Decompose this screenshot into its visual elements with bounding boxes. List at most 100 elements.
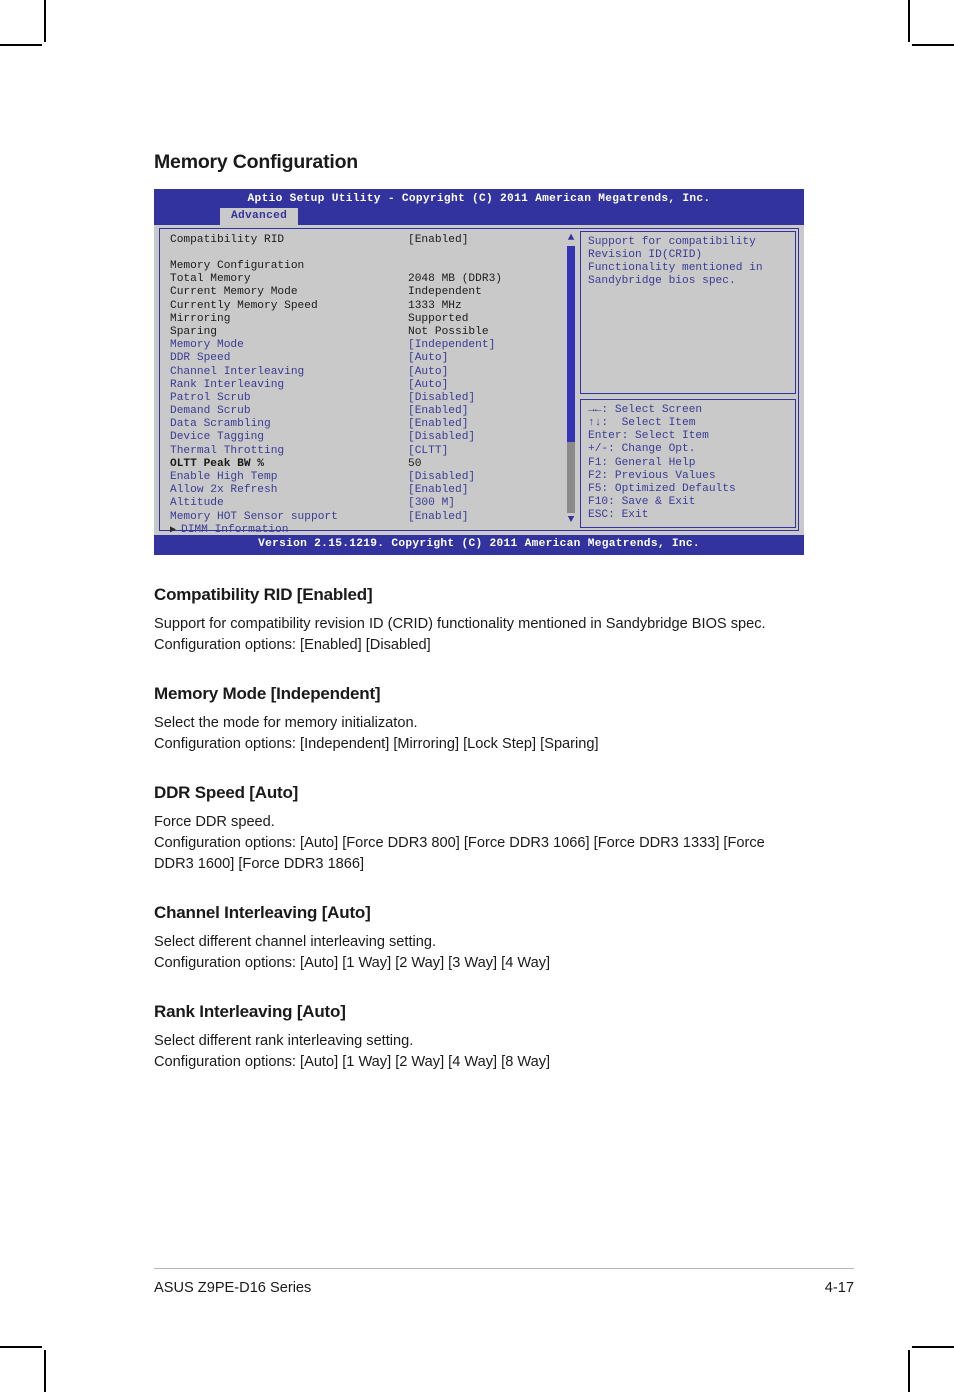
bios-setting-row[interactable]: Memory Mode [Independent] <box>170 339 560 352</box>
doc-section-body: Select different channel interleaving se… <box>154 932 804 974</box>
doc-section-body: Support for compatibility revision ID (C… <box>154 614 804 656</box>
key-legend-entry: +/-: Change Opt. <box>588 443 696 456</box>
bios-setting-row[interactable]: Device Tagging [Disabled] <box>170 431 560 444</box>
bios-setting-value: [Enabled] <box>408 405 469 418</box>
bios-setting-label: Altitude <box>170 497 224 510</box>
doc-line: Select different rank interleaving setti… <box>154 1032 414 1049</box>
bios-setting-row: Total Memory 2048 MB (DDR3) <box>170 273 560 286</box>
key-legend-entry: F1: General Help <box>588 456 696 469</box>
doc-section-body: Select different rank interleaving setti… <box>154 1031 804 1073</box>
bios-body-frame: Compatibility RID [Enabled] Memory Configu… <box>159 227 799 536</box>
crop-mark-bottom-left-vertical <box>44 1350 46 1392</box>
bios-setting-value: Supported <box>408 312 469 325</box>
doc-section-body: Force DDR speed. Configuration options: [… <box>154 812 804 875</box>
bios-version-footer: Version 2.15.1219. Copyright (C) 2011 Am… <box>154 534 804 555</box>
crop-mark-bottom-left-horizontal <box>0 1346 42 1348</box>
bios-key-legend: →←: Select Screen ↑↓: Select Item Enter: S… <box>580 398 796 528</box>
bios-setting-value: 2048 MB (DDR3) <box>408 273 502 286</box>
bios-setting-value: [Enabled] <box>408 418 469 431</box>
key-legend-entry: →←: Select Screen <box>588 403 703 416</box>
bios-setting-value: 1333 MHz <box>408 299 462 312</box>
page-title: Memory Configuration <box>154 151 358 173</box>
documentation-body: Compatibility RID [Enabled] Support for c… <box>154 585 854 1073</box>
bios-setting-row[interactable]: Altitude [300 M] <box>170 497 560 510</box>
footer-page-number: 4-17 <box>824 1280 854 1296</box>
bios-help-column: Support for compatibility Revision ID(CR… <box>580 230 796 528</box>
doc-section-body: Select the mode for memory initializaton… <box>154 713 804 755</box>
key-legend-entry: ↑↓: Select Item <box>588 417 696 430</box>
tab-advanced[interactable]: Advanced <box>220 207 299 225</box>
bios-setting-row[interactable]: Patrol Scrub [Disabled] <box>170 392 560 405</box>
bios-setting-label: Compatibility RID <box>170 233 285 246</box>
doc-line: Configuration options: [Auto] [Force DDR… <box>154 834 765 872</box>
scroll-up-arrow-icon[interactable]: ▲ <box>565 232 577 244</box>
bios-setting-label: Memory Mode <box>170 339 244 352</box>
bios-scrollbar[interactable]: ▲ ▼ <box>564 232 577 526</box>
bios-setting-row: Memory Configuration <box>170 260 560 273</box>
bios-setting-value: [300 M] <box>408 497 455 510</box>
doc-line: Select different channel interleaving se… <box>154 933 437 950</box>
bios-setting-row: Currently Memory Speed 1333 MHz <box>170 300 560 313</box>
bios-setting-row[interactable]: Demand Scrub [Enabled] <box>170 405 560 418</box>
bios-setting-label: Demand Scrub <box>170 405 251 418</box>
footer-divider <box>154 1268 854 1269</box>
bios-setting-value: [Auto] <box>408 378 449 391</box>
crop-mark-top-right-horizontal <box>912 44 954 46</box>
bios-setting-label: Patrol Scrub <box>170 391 251 404</box>
crop-mark-top-left-horizontal <box>0 44 42 46</box>
bios-setting-row[interactable]: Rank Interleaving [Auto] <box>170 379 560 392</box>
bios-setting-label: DDR Speed <box>170 352 231 365</box>
bios-setting-label: Thermal Throtting <box>170 444 285 457</box>
doc-section-heading: DDR Speed [Auto] <box>154 782 299 802</box>
bios-setting-row[interactable]: ▶ DIMM Information <box>170 524 560 537</box>
bios-setting-value: Not Possible <box>408 325 489 338</box>
doc-line: Configuration options: [Independent] [Mi… <box>154 735 599 752</box>
bios-setting-row[interactable]: Channel Interleaving [Auto] <box>170 366 560 379</box>
bios-setting-row[interactable]: Thermal Throtting [CLTT] <box>170 445 560 458</box>
bios-setting-row: Compatibility RID [Enabled] <box>170 234 560 247</box>
bios-setting-row[interactable]: Memory HOT Sensor support [Enabled] <box>170 511 560 524</box>
bios-setting-label: DIMM Information <box>181 523 289 536</box>
bios-setting-label: Current Memory Mode <box>170 286 298 299</box>
bios-setting-label: Sparing <box>170 325 217 338</box>
bios-body: Compatibility RID [Enabled] Memory Configu… <box>154 224 804 536</box>
crop-mark-top-left-vertical <box>44 0 46 42</box>
bios-setting-label: Total Memory <box>170 273 251 286</box>
bios-setting-row[interactable]: Enable High Temp [Disabled] <box>170 471 560 484</box>
submenu-arrow-icon: ▶ <box>170 524 177 536</box>
bios-setting-value: [Disabled] <box>408 431 476 444</box>
bios-setup-screenshot: Aptio Setup Utility - Copyright (C) 2011… <box>154 189 804 555</box>
doc-section-heading: Rank Interleaving [Auto] <box>154 1001 346 1021</box>
bios-setting-row[interactable]: DDR Speed [Auto] <box>170 352 560 365</box>
bios-setting-value: [Enabled] <box>408 233 469 246</box>
bios-setting-value: [Disabled] <box>408 471 476 484</box>
page-footer: ASUS Z9PE-D16 Series 4-17 <box>154 1280 854 1296</box>
bios-setting-label: Allow 2x Refresh <box>170 484 278 497</box>
bios-help-description: Support for compatibility Revision ID(CR… <box>580 230 796 394</box>
bios-setting-row[interactable]: Data Scrambling [Enabled] <box>170 418 560 431</box>
crop-mark-top-right-vertical <box>908 0 910 42</box>
bios-setting-value: Independent <box>408 286 482 299</box>
doc-line: Select the mode for memory initializaton… <box>154 714 418 731</box>
key-legend-entry: Enter: Select Item <box>588 430 709 443</box>
key-legend-entry: ESC: Exit <box>588 509 649 522</box>
bios-setting-row: Sparing Not Possible <box>170 326 560 339</box>
doc-line: Configuration options: [Auto] [1 Way] [2… <box>154 954 551 971</box>
doc-section-heading: Channel Interleaving [Auto] <box>154 902 371 922</box>
bios-setting-label: OLTT Peak BW % <box>170 457 264 470</box>
bios-setting-label: Currently Memory Speed <box>170 299 318 312</box>
bios-setting-label: Memory HOT Sensor support <box>170 510 338 523</box>
bios-setting-row[interactable]: OLTT Peak BW % 50 <box>170 458 560 471</box>
key-legend-entry: F2: Previous Values <box>588 469 716 482</box>
bios-setting-value: [Enabled] <box>408 484 469 497</box>
scrollbar-thumb[interactable] <box>567 245 575 442</box>
bios-setting-value: [CLTT] <box>408 444 449 457</box>
doc-section-heading: Compatibility RID [Enabled] <box>154 584 373 604</box>
bios-setting-value: [Independent] <box>408 339 496 352</box>
crop-mark-bottom-right-horizontal <box>912 1346 954 1348</box>
manual-page: Memory Configuration Aptio Setup Utility… <box>154 0 854 1392</box>
scroll-down-arrow-icon[interactable]: ▼ <box>565 514 577 526</box>
bios-setting-label: Rank Interleaving <box>170 378 285 391</box>
bios-setting-value: [Disabled] <box>408 391 476 404</box>
bios-setting-row[interactable]: Allow 2x Refresh [Enabled] <box>170 484 560 497</box>
